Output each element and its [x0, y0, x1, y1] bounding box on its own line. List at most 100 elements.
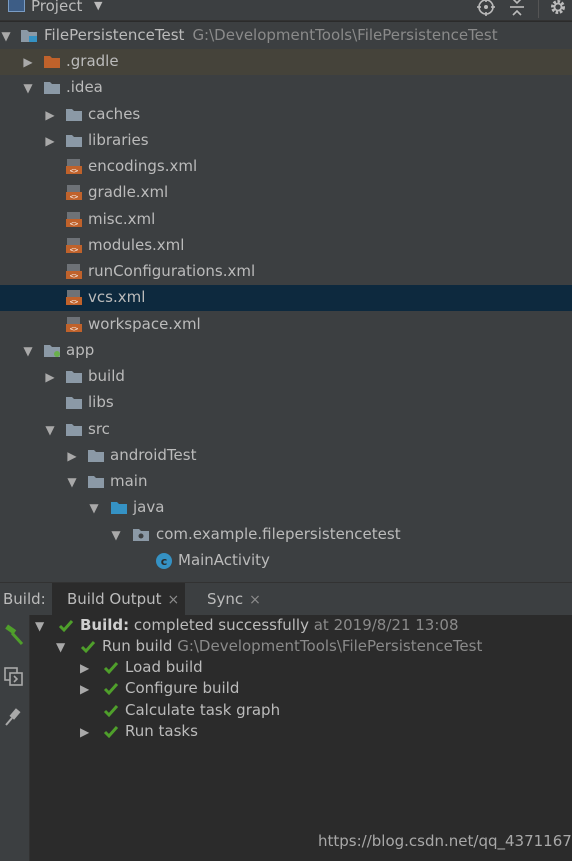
build-step-row[interactable]: Calculate task graph [30, 701, 570, 722]
locate-icon[interactable] [476, 0, 496, 16]
collapsed-arrow-icon[interactable]: ▶ [22, 56, 34, 68]
expanded-arrow-icon[interactable]: ▼ [22, 345, 34, 357]
tree-item-idea[interactable]: ▼ .idea [0, 75, 572, 101]
expanded-arrow-icon[interactable]: ▼ [88, 502, 100, 514]
tree-item-caches[interactable]: ▶ caches [0, 102, 572, 128]
tree-item-label: .idea [66, 78, 103, 96]
tree-item-label: MainActivity [178, 551, 270, 569]
folder-icon [66, 135, 82, 147]
tree-item-label: app [66, 341, 95, 359]
chevron-down-icon[interactable]: ▼ [94, 0, 102, 12]
expanded-arrow-icon[interactable]: ▼ [35, 619, 47, 633]
expanded-arrow-icon[interactable]: ▼ [110, 529, 122, 541]
toggle-view-icon[interactable] [3, 665, 25, 687]
watermark-text: https://blog.csdn.net/qq_43711677 [318, 832, 572, 850]
tree-item-label: main [110, 472, 148, 490]
source-folder-icon [111, 502, 127, 514]
collapsed-arrow-icon[interactable]: ▶ [44, 135, 56, 147]
tree-item-label: libraries [88, 131, 149, 149]
run-build-row[interactable]: ▼ Run build G:\DevelopmentTools\FilePers… [30, 637, 570, 658]
close-icon[interactable]: × [168, 592, 180, 608]
svg-text:<>: <> [70, 167, 78, 174]
expanded-arrow-icon[interactable]: ▼ [44, 424, 56, 436]
tree-item-label: misc.xml [88, 210, 156, 228]
build-panel-label: Build: [3, 590, 46, 608]
xml-file-icon: <> [66, 290, 82, 305]
expanded-arrow-icon[interactable]: ▼ [22, 82, 34, 94]
tree-item-java[interactable]: ▼ java [0, 495, 572, 521]
tree-item-mainactivity[interactable]: c MainActivity [0, 548, 572, 574]
hammer-icon[interactable] [3, 624, 25, 646]
tree-item-label: gradle.xml [88, 183, 169, 201]
tree-item-package[interactable]: ▼ com.example.filepersistencetest [0, 522, 572, 548]
folder-icon [66, 424, 82, 436]
run-build-text: Run build G:\DevelopmentTools\FilePersis… [102, 637, 483, 655]
tree-root-path: G:\DevelopmentTools\FilePersistenceTest [192, 26, 498, 44]
tree-item-build[interactable]: ▶ build [0, 364, 572, 390]
build-step-label: Calculate task graph [125, 701, 281, 719]
svg-text:<>: <> [70, 193, 78, 200]
tree-item-label: androidTest [110, 446, 197, 464]
collapsed-arrow-icon[interactable]: ▶ [80, 661, 92, 675]
tree-item-encodings-xml[interactable]: <> encodings.xml [0, 154, 572, 180]
checkmark-icon [103, 683, 119, 696]
tree-item-workspace-xml[interactable]: <> workspace.xml [0, 312, 572, 338]
build-status-text: Build: completed successfully at 2019/8/… [80, 616, 459, 634]
tree-root[interactable]: ▼ FilePersistenceTest G:\DevelopmentTools… [0, 23, 572, 49]
tree-item-runconfigurations-xml[interactable]: <> runConfigurations.xml [0, 259, 572, 285]
expanded-arrow-icon[interactable]: ▼ [66, 476, 78, 488]
tree-item-label: modules.xml [88, 236, 185, 254]
tree-item-label: src [88, 420, 110, 438]
collapsed-arrow-icon[interactable]: ▶ [80, 725, 92, 739]
xml-file-icon: <> [66, 159, 82, 174]
tree-item-label: vcs.xml [88, 288, 146, 306]
pin-icon[interactable] [3, 706, 25, 728]
gear-icon[interactable] [548, 0, 568, 16]
collapsed-arrow-icon[interactable]: ▶ [44, 109, 56, 121]
tab-build-output[interactable]: Build Output × [52, 583, 185, 615]
tree-item-src[interactable]: ▼ src [0, 417, 572, 443]
xml-file-icon: <> [66, 264, 82, 279]
tree-item-label: com.example.filepersistencetest [156, 525, 401, 543]
tree-item-misc-xml[interactable]: <> misc.xml [0, 207, 572, 233]
collapsed-arrow-icon[interactable]: ▶ [44, 371, 56, 383]
tree-item-main[interactable]: ▼ main [0, 469, 572, 495]
tree-item-androidtest[interactable]: ▶ androidTest [0, 443, 572, 469]
xml-file-icon: <> [66, 238, 82, 253]
collapsed-arrow-icon[interactable]: ▶ [80, 682, 92, 696]
tree-item-gradle[interactable]: ▶ .gradle [0, 49, 572, 75]
folder-icon [66, 371, 82, 383]
close-icon[interactable]: × [249, 592, 261, 608]
tree-item-libs[interactable]: libs [0, 390, 572, 416]
tree-item-app[interactable]: ▼ app [0, 338, 572, 364]
folder-icon [66, 109, 82, 121]
build-step-row[interactable]: ▶ Load build [30, 658, 570, 679]
build-status-row[interactable]: ▼ Build: completed successfully at 2019/… [30, 616, 570, 637]
xml-file-icon: <> [66, 317, 82, 332]
folder-icon [44, 82, 60, 94]
collapsed-arrow-icon[interactable]: ▶ [66, 450, 78, 462]
collapse-all-icon[interactable] [507, 0, 527, 16]
tree-root-label: FilePersistenceTest G:\DevelopmentTools\F… [44, 26, 498, 44]
checkmark-icon [103, 705, 119, 718]
build-step-row[interactable]: ▶ Configure build [30, 679, 570, 700]
folder-icon [44, 56, 60, 68]
expanded-arrow-icon[interactable]: ▼ [56, 640, 68, 654]
project-panel-title[interactable]: Project [31, 0, 82, 15]
java-class-icon: c [156, 553, 172, 569]
android-module-icon [44, 345, 60, 357]
build-step-row[interactable]: ▶ Run tasks [30, 722, 570, 743]
build-side-toolbar [0, 615, 30, 861]
svg-text:<>: <> [70, 220, 78, 227]
tab-sync[interactable]: Sync × [207, 590, 261, 608]
tree-item-libraries[interactable]: ▶ libraries [0, 128, 572, 154]
tree-item-modules-xml[interactable]: <> modules.xml [0, 233, 572, 259]
tree-item-gradle-xml[interactable]: <> gradle.xml [0, 180, 572, 206]
expanded-arrow-icon[interactable]: ▼ [0, 30, 12, 42]
project-panel-header: Project ▼ [0, 0, 572, 21]
checkmark-icon [103, 726, 119, 739]
tree-item-vcs-xml[interactable]: <> vcs.xml [0, 285, 572, 311]
tree-item-label: libs [88, 393, 114, 411]
package-icon [133, 529, 149, 541]
tab-sync-label: Sync [207, 590, 244, 608]
